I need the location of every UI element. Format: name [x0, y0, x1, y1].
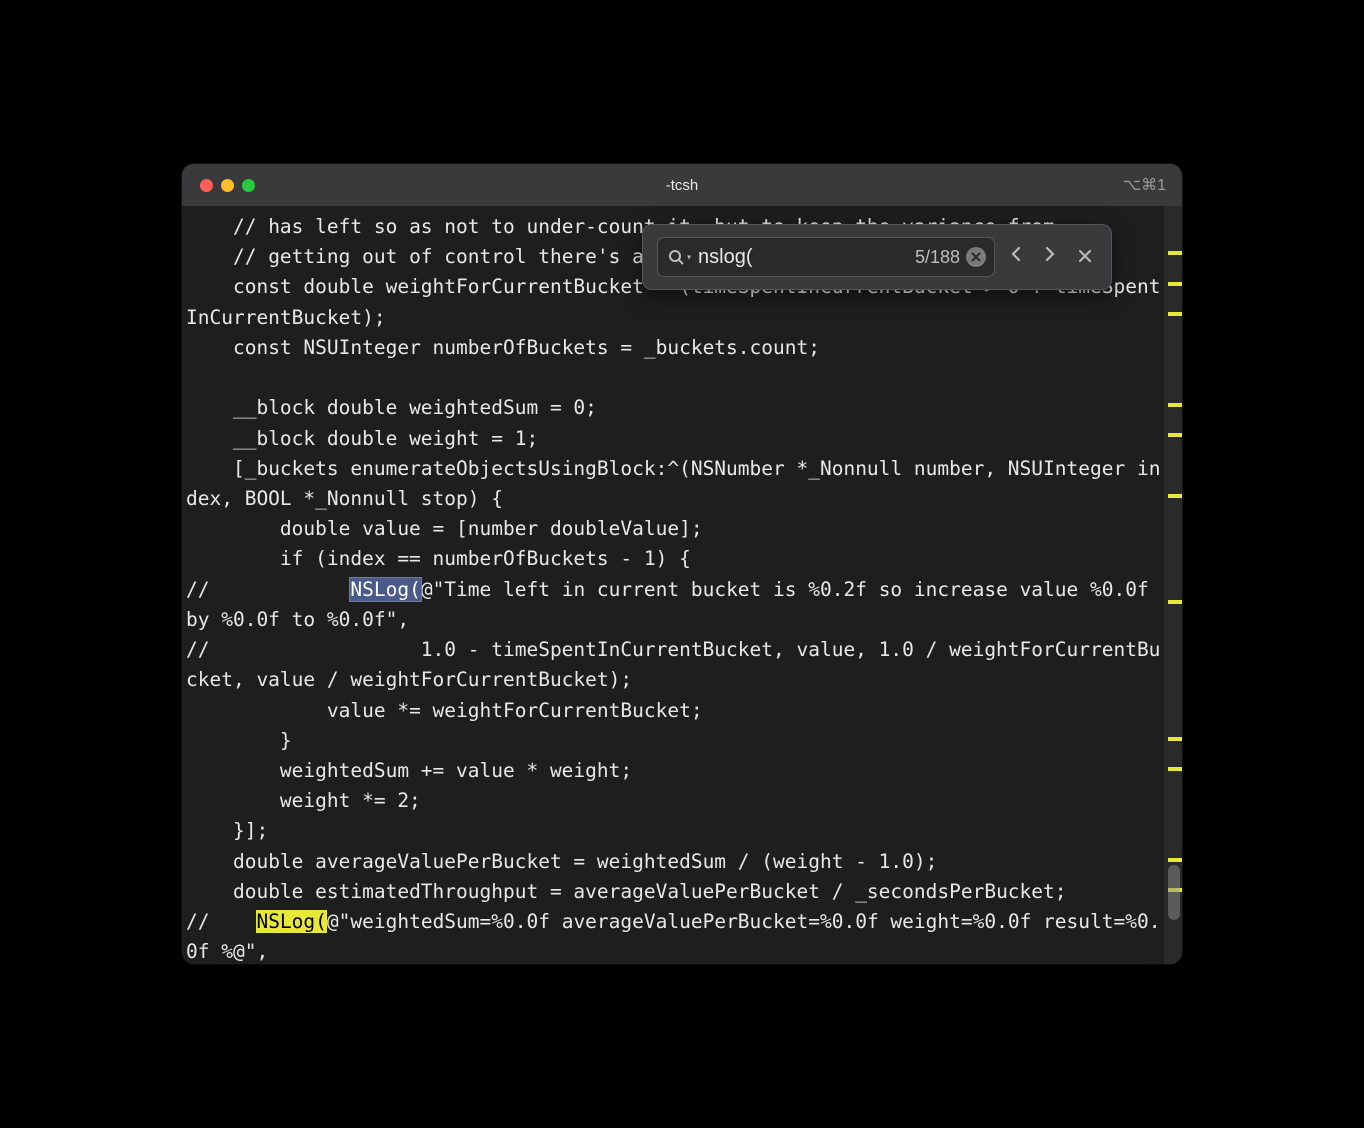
window-shortcut-label: ⌥⌘1	[1123, 175, 1166, 195]
minimap-mark	[1168, 312, 1182, 316]
minimap-mark	[1168, 600, 1182, 604]
titlebar[interactable]: -tcsh ⌥⌘1	[182, 164, 1182, 206]
search-match: NSLog(	[256, 910, 326, 933]
terminal-content[interactable]: // has left so as not to under-count it,…	[182, 206, 1182, 964]
find-input[interactable]: nslog(	[698, 246, 909, 269]
close-button[interactable]	[200, 179, 213, 192]
search-icon	[668, 249, 684, 265]
find-bar: ▾ nslog( 5/188	[642, 224, 1112, 290]
traffic-lights	[182, 179, 255, 192]
find-count-label: 5/188	[915, 247, 960, 268]
minimap-mark	[1168, 251, 1182, 255]
scrollbar-thumb[interactable]	[1168, 865, 1180, 920]
minimap-gutter[interactable]	[1164, 206, 1182, 964]
search-match-current: NSLog(	[350, 578, 420, 601]
minimap-mark	[1168, 858, 1182, 862]
minimap-mark	[1168, 494, 1182, 498]
minimap-mark	[1168, 403, 1182, 407]
minimize-button[interactable]	[221, 179, 234, 192]
close-find-button[interactable]	[1071, 240, 1099, 274]
minimap-mark	[1168, 737, 1182, 741]
find-previous-button[interactable]	[1003, 240, 1029, 274]
find-next-button[interactable]	[1037, 240, 1063, 274]
minimap-mark	[1168, 282, 1182, 286]
chevron-down-icon[interactable]: ▾	[686, 252, 692, 263]
minimap-mark	[1168, 433, 1182, 437]
code-area[interactable]: // has left so as not to under-count it,…	[182, 206, 1164, 964]
terminal-window: -tcsh ⌥⌘1 // has left so as not to under…	[182, 164, 1182, 964]
find-field[interactable]: ▾ nslog( 5/188	[657, 237, 995, 277]
minimap-mark	[1168, 767, 1182, 771]
clear-search-button[interactable]	[966, 247, 986, 267]
window-title: -tcsh	[182, 177, 1182, 194]
code-text: @"Time left in current bucket is %0.2f s…	[186, 578, 1160, 933]
code-text: @"weightedSum=%0.0f averageValuePerBucke…	[186, 910, 1160, 963]
maximize-button[interactable]	[242, 179, 255, 192]
